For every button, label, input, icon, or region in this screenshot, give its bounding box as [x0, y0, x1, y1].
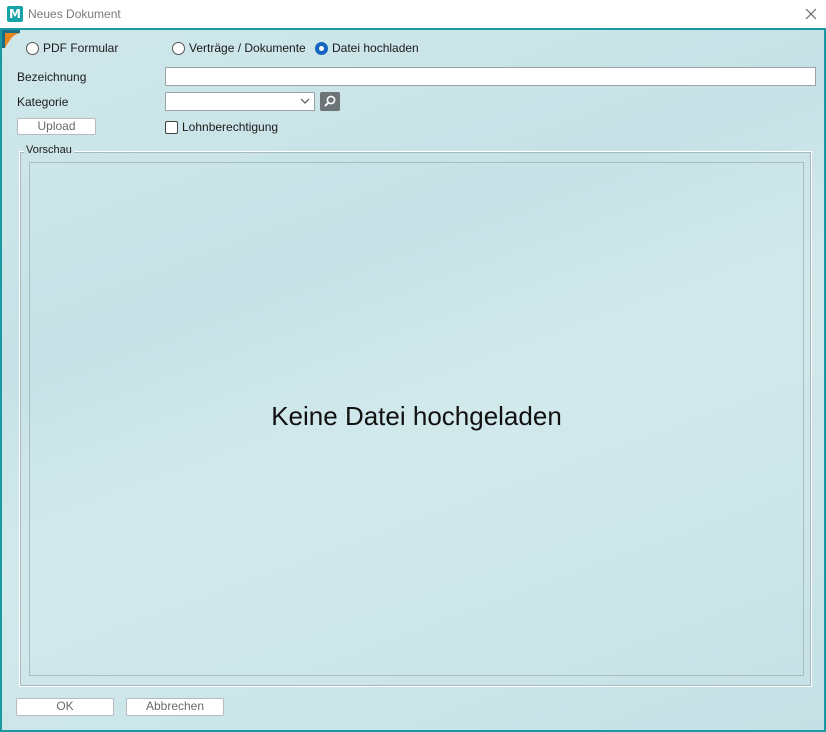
kategorie-label: Kategorie: [17, 95, 69, 109]
radio-label: Datei hochladen: [332, 41, 419, 55]
radio-vertraege-dokumente[interactable]: Verträge / Dokumente: [172, 40, 306, 56]
title-bar: M Neues Dokument: [0, 0, 826, 30]
chevron-down-icon: [300, 98, 310, 104]
dialog-window: M Neues Dokument PDF Formular Verträge /…: [0, 0, 826, 732]
lohnberechtigung-label: Lohnberechtigung: [182, 120, 279, 134]
radio-datei-hochladen[interactable]: Datei hochladen: [315, 40, 419, 56]
cancel-button[interactable]: Abbrechen: [126, 698, 224, 716]
kategorie-select[interactable]: [165, 92, 315, 111]
preview-legend: Vorschau: [24, 144, 74, 156]
radio-button-selected[interactable]: [315, 41, 328, 55]
kategorie-search-button[interactable]: [320, 92, 340, 111]
search-icon: [324, 95, 336, 107]
close-icon: [805, 8, 817, 20]
close-button[interactable]: [800, 4, 822, 24]
radio-label: PDF Formular: [43, 41, 119, 55]
bezeichnung-label: Bezeichnung: [17, 70, 87, 84]
radio-label: Verträge / Dokumente: [189, 41, 306, 55]
lohnberechtigung-checkbox[interactable]: [165, 121, 178, 134]
radio-button[interactable]: [26, 41, 39, 55]
ok-button[interactable]: OK: [16, 698, 114, 716]
upload-button[interactable]: Upload: [17, 118, 96, 135]
window-title: Neues Dokument: [28, 7, 121, 21]
corner-marker-icon: [2, 30, 20, 48]
radio-pdf-formular[interactable]: PDF Formular: [26, 40, 118, 56]
app-logo-icon: M: [7, 6, 23, 22]
bezeichnung-input[interactable]: [165, 67, 816, 86]
dialog-body: PDF Formular Verträge / Dokumente Datei …: [0, 30, 826, 732]
radio-button[interactable]: [172, 41, 185, 55]
preview-empty-text: Keine Datei hochgeladen: [271, 401, 562, 431]
preview-area: Keine Datei hochgeladen: [29, 162, 804, 676]
